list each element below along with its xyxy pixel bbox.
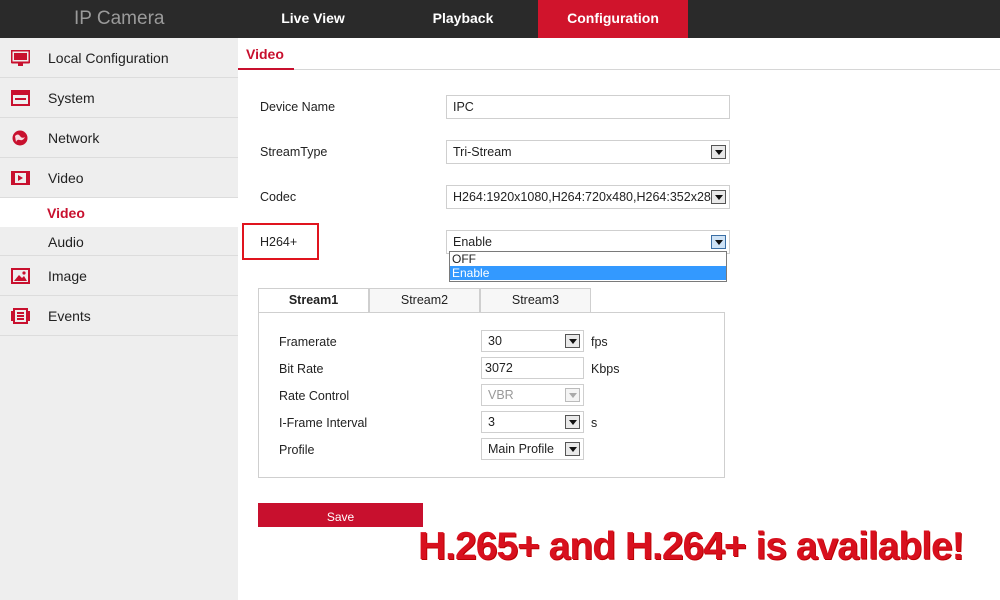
device-name-label: Device Name	[260, 100, 336, 114]
chevron-down-icon[interactable]	[565, 442, 580, 456]
iframe-interval-value: 3	[488, 415, 495, 429]
bitrate-input[interactable]: 3072	[481, 357, 584, 379]
iframe-interval-select[interactable]: 3	[481, 411, 584, 433]
profile-label: Profile	[279, 443, 315, 457]
profile-value: Main Profile	[488, 442, 554, 456]
sidebar-item-label: System	[48, 90, 95, 106]
bitrate-unit: Kbps	[591, 362, 620, 376]
image-icon	[11, 268, 30, 284]
rate-control-label: Rate Control	[279, 389, 350, 403]
framerate-select[interactable]: 30	[481, 330, 584, 352]
sidebar: Local Configuration System Network Video…	[0, 38, 238, 600]
bitrate-label: Bit Rate	[279, 362, 324, 376]
sidebar-item-label: Image	[48, 268, 87, 284]
chevron-down-icon[interactable]	[565, 415, 580, 429]
sidebar-item-label: Network	[48, 130, 100, 146]
sidebar-subitem-label: Audio	[48, 234, 84, 250]
framerate-unit: fps	[591, 335, 608, 349]
sidebar-subitem-video[interactable]: Video	[0, 198, 238, 227]
sidebar-item-system[interactable]: System	[0, 78, 238, 118]
sidebar-item-video[interactable]: Video	[0, 158, 238, 198]
codec-select[interactable]: H264:1920x1080,H264:720x480,H264:352x288	[446, 185, 730, 209]
profile-select[interactable]: Main Profile	[481, 438, 584, 460]
sidebar-item-label: Local Configuration	[48, 50, 169, 66]
top-navigation-bar: IP Camera Live View Playback Configurati…	[0, 0, 1000, 38]
sidebar-item-image[interactable]: Image	[0, 256, 238, 296]
stream-type-label: StreamType	[260, 145, 328, 159]
stream-type-select[interactable]: Tri-Stream	[446, 140, 730, 164]
chevron-down-icon[interactable]	[711, 145, 726, 159]
monitor-icon	[10, 49, 31, 66]
nav-tab-playback[interactable]: Playback	[388, 0, 538, 38]
promo-banner-text: H.265+ and H.264+ is available!	[418, 525, 965, 568]
page-title: Video	[238, 38, 294, 70]
device-name-input[interactable]: IPC	[446, 95, 730, 119]
rate-control-value: VBR	[488, 388, 514, 402]
h264plus-value: Enable	[453, 235, 492, 249]
sidebar-subitem-audio[interactable]: Audio	[0, 227, 238, 256]
stream-type-value: Tri-Stream	[453, 145, 512, 159]
sidebar-item-network[interactable]: Network	[0, 118, 238, 158]
rate-control-select: VBR	[481, 384, 584, 406]
sidebar-subitem-label: Video	[47, 205, 85, 221]
tab-stream3[interactable]: Stream3	[480, 288, 591, 313]
page-header: Video	[238, 38, 1000, 70]
sidebar-item-label: Video	[48, 170, 84, 186]
dropdown-option-enable[interactable]: Enable	[450, 266, 726, 280]
chevron-down-icon[interactable]	[565, 334, 580, 348]
chevron-down-icon	[565, 388, 580, 402]
app-brand: IP Camera	[74, 8, 165, 29]
codec-label: Codec	[260, 190, 297, 204]
sidebar-item-label: Events	[48, 308, 91, 324]
chevron-down-icon[interactable]	[711, 190, 726, 204]
dropdown-option-off[interactable]: OFF	[450, 252, 726, 266]
video-icon	[11, 170, 30, 186]
events-icon	[11, 308, 30, 324]
save-button[interactable]: Save	[258, 503, 423, 527]
sidebar-item-local-configuration[interactable]: Local Configuration	[0, 38, 238, 78]
iframe-interval-unit: s	[591, 416, 598, 430]
h264plus-label: H264+	[260, 235, 298, 249]
main-content: Video Device Name IPC StreamType Tri-Str…	[238, 38, 1000, 600]
iframe-interval-label: I-Frame Interval	[279, 416, 368, 430]
nav-tab-live-view[interactable]: Live View	[238, 0, 388, 38]
h264plus-dropdown-list: OFF Enable	[449, 251, 727, 282]
system-icon	[11, 90, 30, 106]
tab-stream1[interactable]: Stream1	[258, 288, 369, 313]
framerate-value: 30	[488, 334, 502, 348]
sidebar-item-events[interactable]: Events	[0, 296, 238, 336]
nav-tab-configuration[interactable]: Configuration	[538, 0, 688, 38]
codec-value: H264:1920x1080,H264:720x480,H264:352x288	[453, 190, 718, 204]
framerate-label: Framerate	[279, 335, 337, 349]
chevron-down-icon[interactable]	[711, 235, 726, 249]
tab-stream2[interactable]: Stream2	[369, 288, 480, 313]
globe-icon	[11, 130, 30, 146]
